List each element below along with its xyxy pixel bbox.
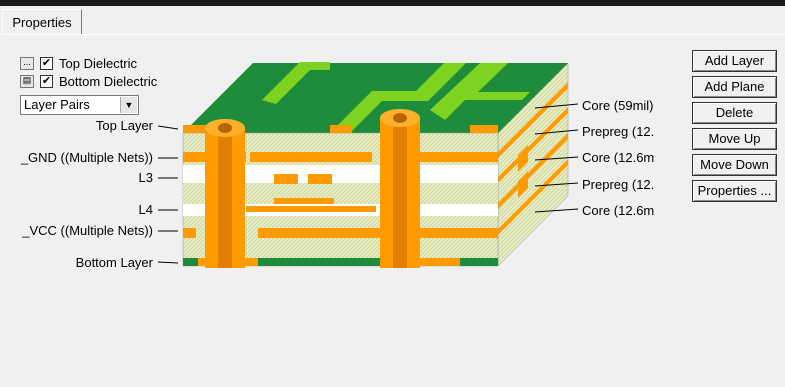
left-label-arrows	[157, 125, 179, 264]
layer-stack-diagram	[157, 62, 579, 268]
